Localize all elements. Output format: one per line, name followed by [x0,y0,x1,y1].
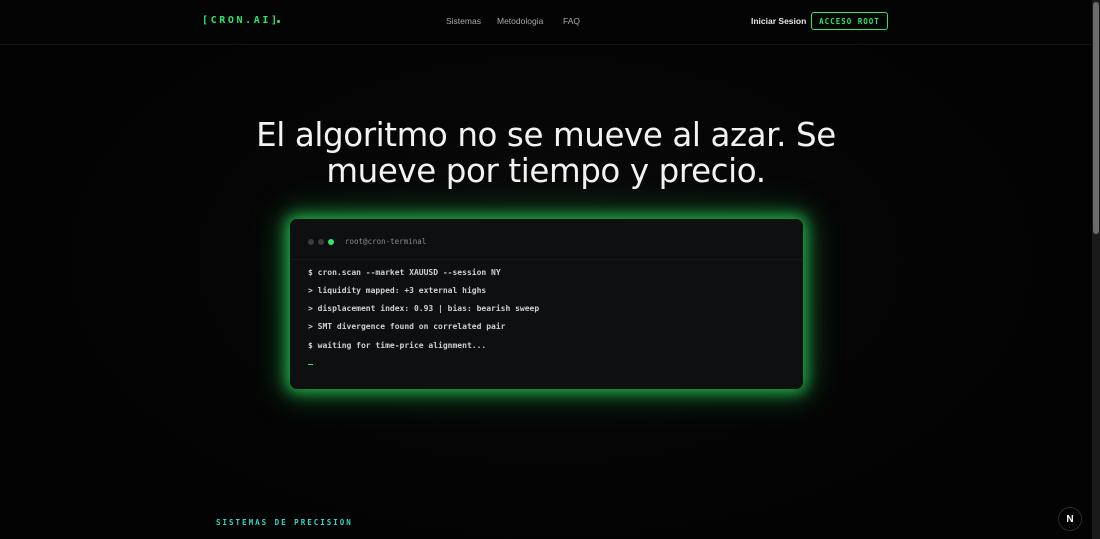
window-dot-active-icon [328,239,334,245]
terminal-header: root@cron-terminal [290,219,803,260]
brand-logo[interactable]: [CRON.AI] [202,15,280,26]
hero-title: El algoritmo no se mueve al azar. Se mue… [0,117,1092,189]
terminal-line: > liquidity mapped: +3 external highs [308,286,487,295]
hero-title-line-1: El algoritmo no se mueve al azar. Se [256,116,836,154]
window-dot-icon [318,239,324,245]
page: [CRON.AI] Sistemas Metodologia FAQ Inici… [0,0,1100,539]
terminal-window: root@cron-terminal $ cron.scan --market … [290,219,803,389]
window-dot-icon [308,239,314,245]
terminal-line: > SMT divergence found on correlated pai… [308,322,506,331]
section-label: SISTEMAS DE PRECISION [216,518,353,527]
hero-title-line-2: mueve por tiempo y precio. [326,152,766,190]
root-access-button[interactable]: ACCESO ROOT [811,12,888,30]
nav-link-faq[interactable]: FAQ [563,16,580,26]
terminal-line: $ waiting for time-price alignment... [308,341,487,350]
terminal-title: root@cron-terminal [345,237,427,246]
page-scrollbar[interactable] [1092,0,1100,539]
nav-link-sistemas[interactable]: Sistemas [446,16,481,26]
terminal-cursor [308,364,313,365]
nav-link-metodologia[interactable]: Metodologia [497,16,543,26]
next-dev-indicator-button[interactable]: N [1058,507,1082,531]
top-navigation: [CRON.AI] Sistemas Metodologia FAQ Inici… [0,0,1092,45]
terminal-line: $ cron.scan --market XAUUSD --session NY [308,268,501,277]
terminal-line: > displacement index: 0.93 | bias: beari… [308,304,540,313]
scrollbar-thumb[interactable] [1093,2,1099,234]
logo-status-dot [277,20,280,23]
login-link[interactable]: Iniciar Sesion [751,16,806,26]
